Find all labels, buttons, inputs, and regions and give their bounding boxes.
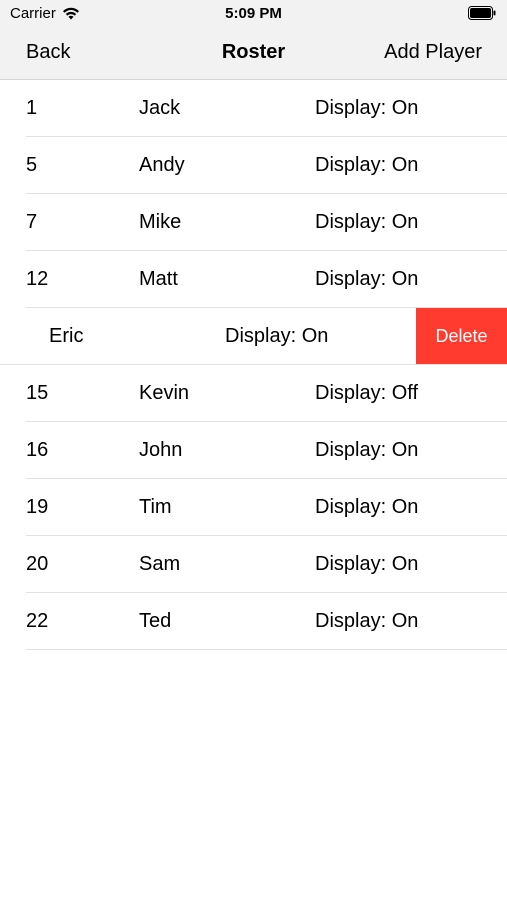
player-name: Mike — [139, 211, 182, 233]
display-status: Display: On — [315, 439, 419, 461]
player-number: 12 — [26, 268, 49, 290]
player-name: Jack — [139, 97, 181, 119]
player-name: Ted — [139, 610, 172, 632]
player-name: Eric — [49, 325, 84, 347]
table-row[interactable]: 7 Mike Display: On — [0, 194, 507, 251]
display-status: Display: Off — [315, 382, 418, 404]
table-row[interactable]: 1 Jack Display: On — [0, 80, 507, 137]
table-row[interactable]: 5 Andy Display: On — [0, 137, 507, 194]
display-status: Display: On — [315, 610, 419, 632]
player-number: 7 — [26, 211, 38, 233]
player-number: 19 — [26, 496, 49, 518]
table-row[interactable]: 16 John Display: On — [0, 422, 507, 479]
battery-icon — [468, 6, 496, 20]
table-row[interactable]: 15 Kevin Display: Off — [0, 365, 507, 422]
add-player-button[interactable]: Add Player — [384, 41, 482, 64]
player-number: 20 — [26, 553, 49, 575]
player-name: John — [139, 439, 183, 461]
status-bar: Carrier 5:09 PM — [0, 0, 507, 26]
navigation-bar: Back Roster Add Player — [0, 26, 507, 80]
display-status: Display: On — [315, 268, 419, 290]
display-status: Display: On — [315, 553, 419, 575]
display-status: Display: On — [315, 211, 419, 233]
player-number: 5 — [26, 154, 38, 176]
player-name: Andy — [139, 154, 185, 176]
delete-button[interactable]: Delete — [416, 308, 507, 365]
table-row[interactable]: 19 Tim Display: On — [0, 479, 507, 536]
display-status: Display: On — [315, 154, 419, 176]
player-name: Kevin — [139, 382, 190, 404]
roster-list: 1 Jack Display: On 5 Andy Display: On 7 … — [0, 80, 507, 650]
player-number: 22 — [26, 610, 49, 632]
table-row[interactable]: 12 Matt Display: On — [0, 251, 507, 308]
table-row-swiped[interactable]: Eric Display: On Delete — [0, 308, 507, 365]
player-name: Sam — [139, 553, 181, 575]
player-number: 1 — [26, 97, 38, 119]
status-time: 5:09 PM — [225, 5, 282, 22]
table-row[interactable]: 20 Sam Display: On — [0, 536, 507, 593]
table-row[interactable]: 22 Ted Display: On — [0, 593, 507, 650]
player-number: 15 — [26, 382, 49, 404]
screen: Carrier 5:09 PM Back Roster Add Player 1… — [0, 0, 507, 900]
display-status: Display: On — [315, 97, 419, 119]
player-number: 16 — [26, 439, 49, 461]
display-status: Display: On — [225, 325, 329, 347]
player-name: Tim — [139, 496, 172, 518]
display-status: Display: On — [315, 496, 419, 518]
player-name: Matt — [139, 268, 178, 290]
